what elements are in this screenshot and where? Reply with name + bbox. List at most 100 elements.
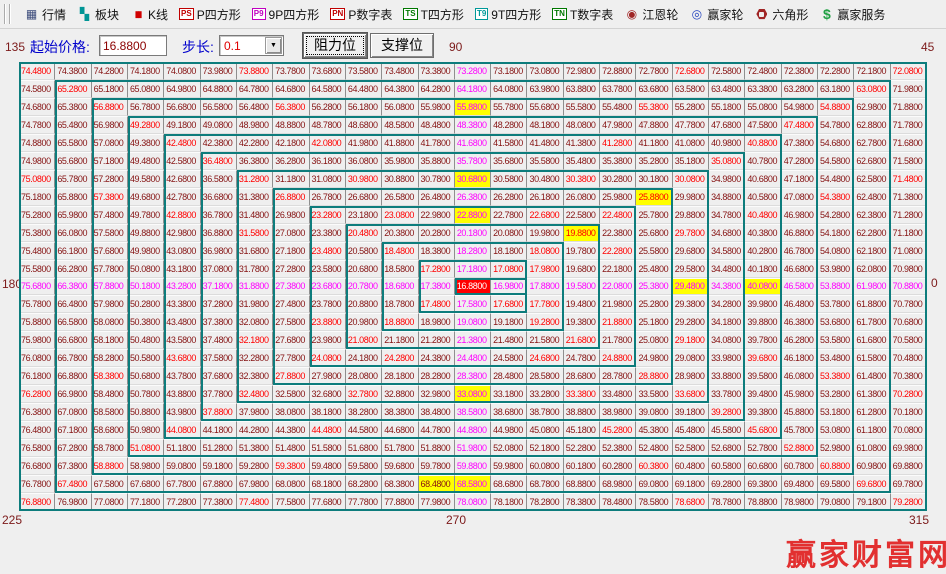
price-cell: 18.7800: [382, 295, 418, 313]
price-cell: 48.0800: [564, 116, 600, 134]
price-cell: 48.1800: [527, 116, 563, 134]
toolbar-item-t-square[interactable]: TST四方形: [403, 6, 464, 23]
price-cell: 73.5800: [346, 62, 382, 80]
price-cell: 24.3800: [419, 349, 455, 367]
price-cell: 24.2800: [382, 349, 418, 367]
price-cell: 46.5800: [782, 278, 818, 296]
price-cell: 30.1800: [636, 170, 672, 188]
price-cell: 36.2800: [273, 152, 309, 170]
support-button[interactable]: 支撑位: [370, 33, 434, 58]
price-cell: 50.2800: [128, 295, 164, 313]
price-cell: 37.5800: [201, 349, 237, 367]
price-cell: 47.3800: [782, 134, 818, 152]
step-select[interactable]: 0.1 ▼: [219, 35, 284, 56]
price-cell: 41.0800: [673, 134, 709, 152]
price-cell: 28.4800: [491, 367, 527, 385]
price-cell: 32.6800: [310, 385, 346, 403]
toolbar-item-hexagon[interactable]: 六角形: [754, 6, 808, 23]
price-cell: 56.7800: [128, 98, 164, 116]
toolbar-gripper[interactable]: [4, 4, 11, 24]
pn-badge-icon: PN: [330, 8, 345, 20]
price-cell: 33.9800: [709, 349, 745, 367]
toolbar-item-winner-service[interactable]: $赢家服务: [819, 6, 885, 23]
price-cell: 66.5800: [55, 313, 91, 331]
price-cell: 69.0800: [636, 475, 672, 493]
price-cell: 22.0800: [600, 278, 636, 296]
toolbar-item-gann-wheel[interactable]: ◉江恩轮: [624, 6, 678, 23]
price-cell: 39.5800: [745, 367, 781, 385]
price-cell: 76.1800: [19, 367, 55, 385]
price-cell: 29.3800: [673, 295, 709, 313]
price-cell: 28.8800: [636, 367, 672, 385]
price-cell: 62.4800: [854, 188, 890, 206]
price-cell: 47.6800: [709, 116, 745, 134]
price-cell: 56.9800: [92, 116, 128, 134]
toolbar-item-p-square[interactable]: PSP四方形: [179, 6, 241, 23]
price-cell: 19.4800: [564, 295, 600, 313]
price-cell: 38.4800: [419, 403, 455, 421]
price-cell: 77.4800: [237, 493, 273, 511]
price-cell: 46.3800: [782, 313, 818, 331]
price-cell: 35.9800: [382, 152, 418, 170]
price-cell: 21.7800: [600, 331, 636, 349]
price-cell: 44.4800: [310, 421, 346, 439]
tn-badge-icon: TN: [552, 8, 567, 20]
price-cell: 36.9800: [201, 242, 237, 260]
toolbar-item-label: P数字表: [348, 6, 392, 23]
toolbar-item-t-number-table[interactable]: TNT数字表: [552, 6, 613, 23]
price-cell: 47.0800: [782, 188, 818, 206]
price-cell: 23.2800: [310, 206, 346, 224]
price-cell: 46.9800: [782, 206, 818, 224]
price-cell: 48.6800: [346, 116, 382, 134]
toolbar-item-winner-wheel[interactable]: ◎赢家轮: [689, 6, 743, 23]
price-cell: 55.1800: [709, 98, 745, 116]
price-cell: 73.4800: [382, 62, 418, 80]
price-cell: 72.9800: [564, 62, 600, 80]
price-cell: 17.8800: [527, 278, 563, 296]
price-cell: 77.3800: [201, 493, 237, 511]
price-cell: 60.6800: [745, 457, 781, 475]
price-cell: 27.8800: [273, 367, 309, 385]
price-cell: 28.7800: [600, 367, 636, 385]
price-cell: 71.4800: [891, 170, 927, 188]
price-cell: 27.0800: [273, 224, 309, 242]
price-cell: 74.5800: [19, 80, 55, 98]
toolbar-item-label: T四方形: [421, 6, 464, 23]
price-cell: 62.0800: [854, 260, 890, 278]
start-price-input[interactable]: [99, 35, 167, 56]
price-cell: 32.2800: [237, 349, 273, 367]
toolbar-item-quotes[interactable]: ▦行情: [24, 6, 66, 23]
price-cell: 27.1800: [273, 242, 309, 260]
price-cell: 61.8800: [854, 295, 890, 313]
toolbar-item-kline[interactable]: ▮▮K线: [130, 6, 168, 23]
toolbar-item-9t-square[interactable]: T99T四方形: [475, 6, 541, 23]
price-cell: 20.2800: [419, 224, 455, 242]
price-cell: 21.0800: [346, 331, 382, 349]
price-cell: 67.6800: [128, 475, 164, 493]
price-cell: 78.1800: [491, 493, 527, 511]
toolbar-item-p-number-table[interactable]: PNP数字表: [330, 6, 392, 23]
price-cell: 48.5800: [382, 116, 418, 134]
price-cell: 26.0800: [564, 188, 600, 206]
price-cell: 44.1800: [201, 421, 237, 439]
price-cell: 47.4800: [782, 116, 818, 134]
price-cell: 71.9800: [891, 80, 927, 98]
price-cell: 69.6800: [854, 475, 890, 493]
price-cell: 46.7800: [782, 242, 818, 260]
step-dropdown-button[interactable]: ▼: [265, 37, 282, 54]
price-cell: 22.8800: [455, 206, 491, 224]
price-cell: 36.6800: [201, 188, 237, 206]
price-cell: 75.5800: [19, 260, 55, 278]
price-cell: 52.9800: [818, 439, 854, 457]
price-cell: 33.5800: [636, 385, 672, 403]
price-cell: 34.8800: [709, 188, 745, 206]
toolbar-item-9p-square[interactable]: P99P四方形: [252, 6, 319, 23]
price-cell: 43.4800: [164, 313, 200, 331]
price-cell: 61.1800: [854, 421, 890, 439]
price-cell: 41.9800: [346, 134, 382, 152]
price-cell: 59.6800: [382, 457, 418, 475]
resistance-button[interactable]: 阻力位: [303, 33, 367, 58]
toolbar-item-sectors[interactable]: ▚板块: [77, 6, 119, 23]
price-cell: 65.3800: [55, 98, 91, 116]
price-cell: 60.2800: [600, 457, 636, 475]
